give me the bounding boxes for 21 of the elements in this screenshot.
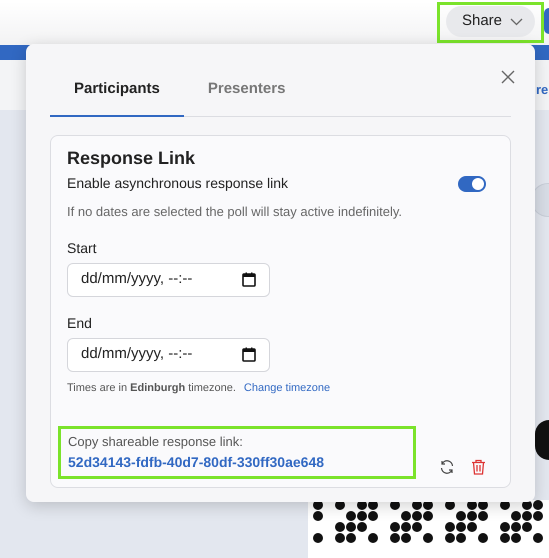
share-button[interactable]: Share bbox=[446, 6, 535, 37]
link-text[interactable]: re bbox=[536, 80, 548, 100]
calendar-icon[interactable] bbox=[242, 347, 256, 362]
caret-icon bbox=[510, 18, 523, 26]
field-label: Start bbox=[67, 238, 98, 258]
trash-icon[interactable] bbox=[471, 458, 486, 475]
date-field[interactable]: dd/mm/yyyy, --:-- bbox=[67, 338, 270, 372]
link-label: Copy shareable response link: bbox=[68, 433, 244, 452]
field-label: End bbox=[67, 314, 93, 333]
toggle-label: Enable asynchronous response link bbox=[67, 174, 288, 194]
change-timezone-link[interactable]: Change timezone bbox=[244, 380, 330, 396]
refresh-icon[interactable] bbox=[439, 458, 455, 475]
hint-text: If no dates are selected the poll will stay active indefinitely. bbox=[67, 203, 404, 222]
response-link[interactable]: 52d34143-fdfb-40d7-80df-330ff30ae648 bbox=[68, 454, 324, 470]
toggle-switch[interactable] bbox=[458, 176, 486, 192]
tab[interactable]: Presenters bbox=[184, 64, 310, 116]
date-field[interactable]: dd/mm/yyyy, --:-- bbox=[67, 262, 270, 297]
timezone-note: Times are in Edinburgh timezone. bbox=[67, 380, 236, 396]
calendar-icon[interactable] bbox=[242, 272, 256, 288]
tab[interactable]: Participants bbox=[50, 64, 184, 116]
section-title: Response Link bbox=[67, 148, 196, 170]
